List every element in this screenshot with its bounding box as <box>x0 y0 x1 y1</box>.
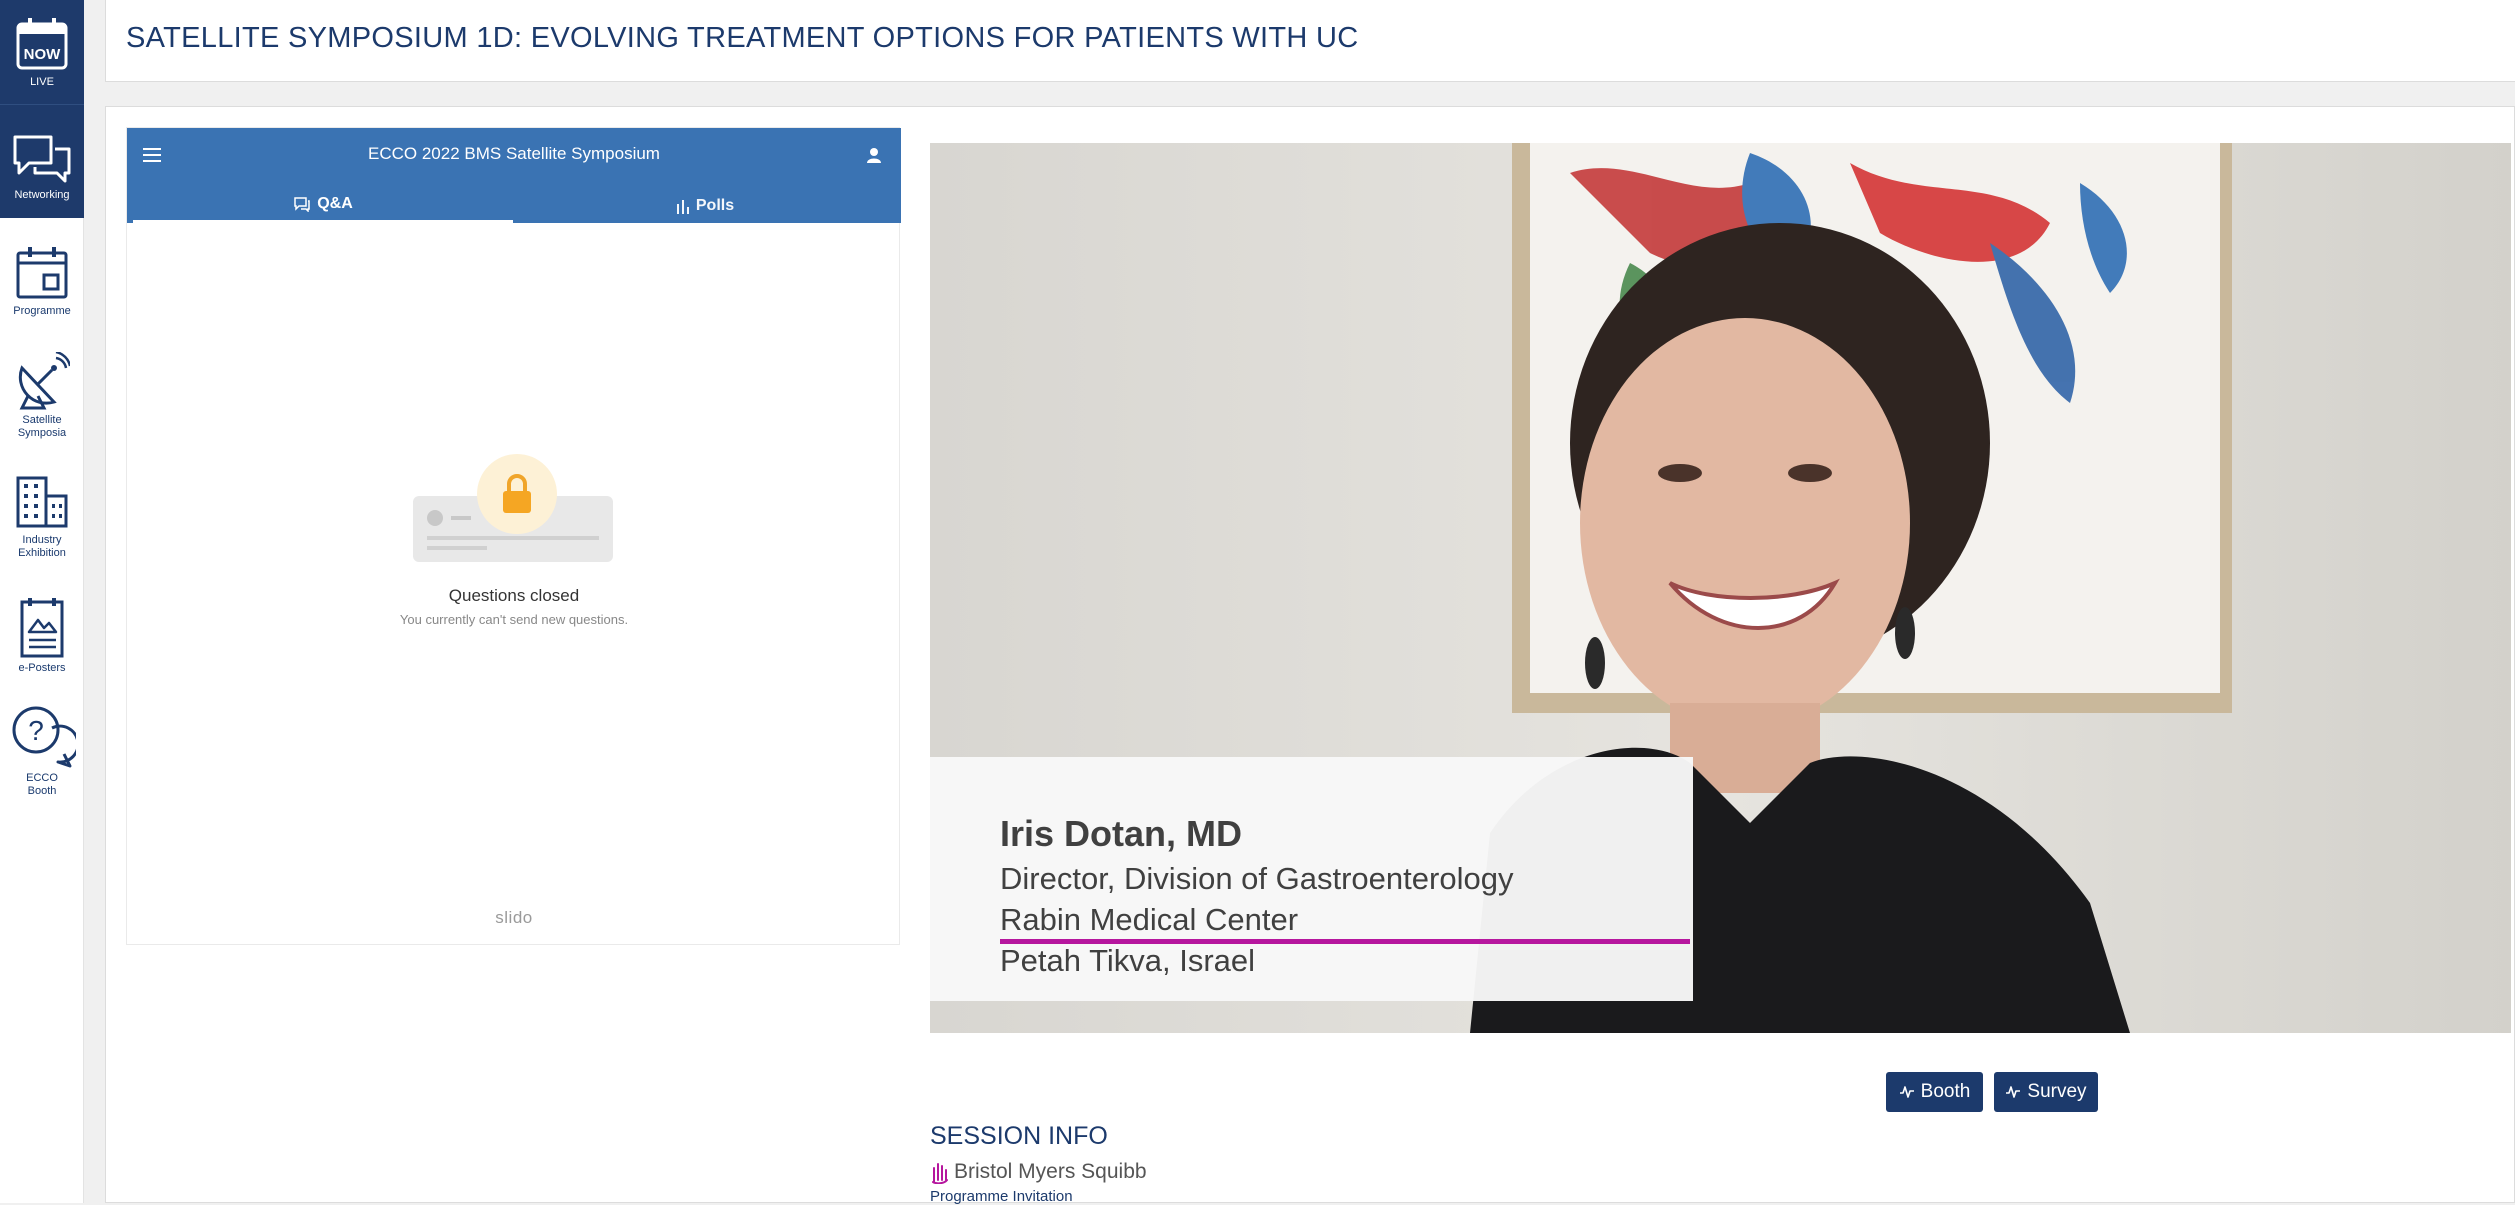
session-info-heading: SESSION INFO <box>930 1122 1108 1150</box>
empty-state-badge <box>477 454 557 534</box>
calendar-icon <box>16 247 68 299</box>
tab-label: Polls <box>695 196 735 214</box>
slido-panel: ECCO 2022 BMS Satellite Symposium Q&A Po… <box>126 127 901 945</box>
sidebar-item-label: ECCO Booth <box>26 772 58 797</box>
buildings-icon <box>16 476 68 528</box>
empty-state-subtitle: You currently can't send new questions. <box>399 612 629 627</box>
help-bubbles-icon: ? <box>12 706 76 768</box>
empty-state-title: Questions closed <box>448 586 580 605</box>
sidebar-item-label: Satellite Symposia <box>17 414 67 439</box>
survey-button[interactable]: Survey <box>1994 1072 2098 1112</box>
satellite-dish-icon <box>18 352 70 410</box>
slido-logo: slido <box>495 908 533 927</box>
sidebar-item-programme[interactable]: Programme <box>0 245 84 335</box>
speaker-location: Petah Tikva, Israel <box>1000 943 1256 978</box>
sidebar-item-label: LIVE <box>30 76 54 88</box>
sponsor-name: Bristol Myers Squibb <box>954 1160 1147 1183</box>
lock-icon <box>503 474 531 513</box>
speaker-name: Iris Dotan, MD <box>1000 813 1243 854</box>
sidebar-item-industry-exhibition[interactable]: Industry Exhibition <box>0 474 84 574</box>
poster-icon <box>20 598 64 658</box>
sidebar-item-e-posters[interactable]: e-Posters <box>0 596 84 684</box>
button-label: Survey <box>2027 1081 2087 1102</box>
tab-qa[interactable]: Q&A <box>133 188 513 223</box>
tab-label: Q&A <box>317 195 353 212</box>
chat-bubbles-icon <box>13 135 71 183</box>
bar-chart-icon <box>676 199 689 214</box>
video-player[interactable]: Iris Dotan, MD Director, Division of Gas… <box>930 143 2511 1033</box>
speaker-lower-third: Iris Dotan, MD Director, Division of Gas… <box>930 757 1693 1001</box>
sidebar-item-live[interactable]: NOW LIVE <box>0 0 84 104</box>
page-header: SATELLITE SYMPOSIUM 1D: EVOLVING TREATME… <box>105 0 2515 82</box>
activity-icon <box>1899 1086 1914 1098</box>
button-label: Booth <box>1920 1081 1971 1102</box>
programme-invitation-link[interactable]: Programme Invitation <box>930 1188 1073 1205</box>
sidebar-item-label: Programme <box>13 305 71 317</box>
user-icon[interactable] <box>865 146 883 169</box>
sidebar-item-networking[interactable]: Networking <box>0 104 84 218</box>
sidebar-item-ecco-booth[interactable]: ? ECCO Booth <box>0 704 84 804</box>
activity-icon <box>2006 1086 2021 1098</box>
sidebar-item-label: Industry Exhibition <box>18 534 66 559</box>
speaker-organization: Rabin Medical Center <box>1000 902 1299 937</box>
speech-bubble-icon <box>294 197 310 212</box>
sidebar-item-label: e-Posters <box>18 662 66 674</box>
tab-polls[interactable]: Polls <box>515 188 895 223</box>
svg-text:NOW: NOW <box>24 46 62 63</box>
slido-toolbar: ECCO 2022 BMS Satellite Symposium Q&A Po… <box>127 128 901 223</box>
slido-event-title: ECCO 2022 BMS Satellite Symposium <box>368 144 660 163</box>
sponsor-logo: Bristol Myers Squibb <box>930 1160 1147 1184</box>
bms-hand-icon <box>932 1163 948 1184</box>
calendar-now-icon: NOW <box>16 18 68 70</box>
sidebar-item-label: Networking <box>14 189 70 201</box>
sidebar-item-satellite-symposia[interactable]: Satellite Symposia <box>0 352 84 452</box>
speaker-role: Director, Division of Gastroenterology <box>1000 861 1514 896</box>
page-title: SATELLITE SYMPOSIUM 1D: EVOLVING TREATME… <box>126 22 1359 54</box>
booth-button[interactable]: Booth <box>1886 1072 1983 1112</box>
sidebar: NOW LIVE Networking Programme Satellite … <box>0 0 84 1203</box>
svg-text:?: ? <box>28 715 44 746</box>
